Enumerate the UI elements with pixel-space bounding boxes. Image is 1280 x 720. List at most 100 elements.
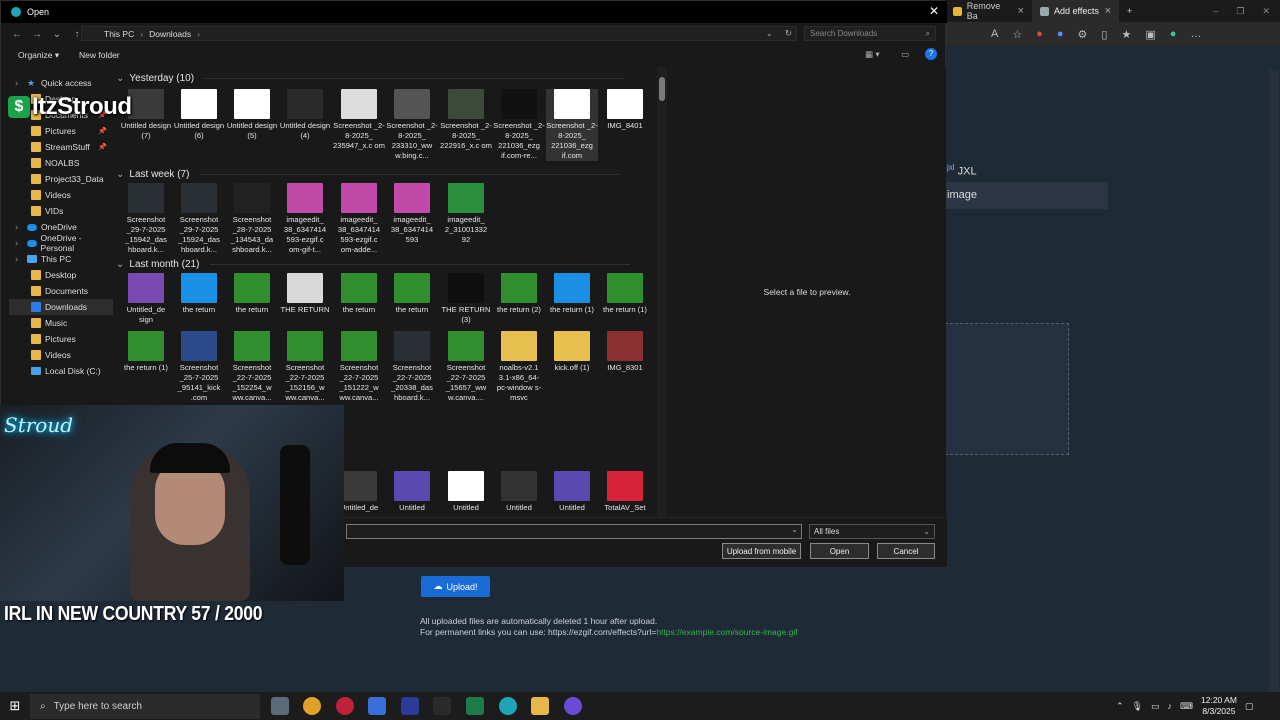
chevron-down-icon[interactable]: ⌄	[766, 28, 773, 39]
sidebar-item[interactable]: › This PC	[9, 251, 113, 267]
sidebar-item[interactable]: › ★ Quick access	[9, 75, 113, 91]
group-header[interactable]: ⌄ Last month (21)	[116, 259, 631, 270]
extension-icon[interactable]: ●	[1036, 28, 1043, 40]
file-item[interactable]: Screenshot _22-7-2025 _20338_das hboard.…	[386, 331, 438, 403]
sidebar-item[interactable]: Pictures	[9, 331, 113, 347]
file-item[interactable]: Screenshot _22-7-2025 _152254_w ww.canva…	[226, 331, 278, 403]
chevron-right-icon[interactable]: ›	[15, 254, 23, 264]
upload-from-mobile-button[interactable]: Upload from mobile	[722, 543, 801, 559]
permanent-link[interactable]: https://example.com/source-image.gif	[656, 627, 797, 637]
more-icon[interactable]: …	[1190, 28, 1201, 40]
microphone-icon[interactable]: 🎙	[1132, 701, 1143, 712]
collections-icon[interactable]: ▣	[1145, 28, 1155, 41]
open-button[interactable]: Open	[810, 543, 869, 559]
breadcrumb-this-pc[interactable]: This PC	[104, 29, 134, 39]
file-item[interactable]: imageedit_ 38_6347414 593-ezgif.c om-gif…	[279, 183, 331, 255]
file-item[interactable]: Screenshot _25-7-2025 _95141_kick .com	[173, 331, 225, 403]
sidebar-item[interactable]: Project33_Data	[9, 171, 113, 187]
file-item[interactable]: TotalAV_Set	[599, 471, 651, 513]
file-name-input[interactable]: ⌄	[346, 524, 802, 539]
file-item[interactable]: Untitled	[386, 471, 438, 513]
image-tab[interactable]: image	[945, 182, 1108, 209]
network-icon[interactable]: ▭	[1151, 701, 1160, 712]
file-item[interactable]: Untitled	[493, 471, 545, 513]
recent-locations-icon[interactable]: ⌄	[47, 29, 67, 40]
sidebar-item[interactable]: Music	[9, 315, 113, 331]
file-item[interactable]: the return	[386, 273, 438, 315]
split-screen-icon[interactable]: ▯	[1101, 28, 1107, 41]
view-options-icon[interactable]: ▦ ▾	[865, 49, 880, 60]
file-item[interactable]: Screenshot _22-7-2025 _151222_w ww.canva…	[333, 331, 385, 403]
discord-icon[interactable]	[564, 697, 582, 715]
minimize-icon[interactable]: –	[1213, 6, 1218, 17]
file-item[interactable]: Screenshot _22-7-2025 _152156_w ww.canva…	[279, 331, 331, 403]
forward-icon[interactable]: →	[27, 29, 47, 40]
file-item[interactable]: kick.off (1)	[546, 331, 598, 373]
sidebar-item[interactable]: Downloads	[9, 299, 113, 315]
file-item[interactable]: Screenshot _29-7-2025 _15924_das hboard.…	[173, 183, 225, 255]
drop-zone[interactable]	[945, 323, 1069, 455]
sidebar-item[interactable]: NOALBS	[9, 155, 113, 171]
chevron-right-icon[interactable]: ›	[15, 238, 23, 248]
file-item[interactable]: Screenshot _22-7-2025 _15657_ww w.canva.…	[440, 331, 492, 403]
close-icon[interactable]: ✕	[1262, 6, 1270, 17]
volume-icon[interactable]: ♪	[1168, 701, 1173, 711]
browser-tab-add-effects[interactable]: Add effects ×	[1032, 0, 1119, 22]
obs-icon[interactable]	[336, 697, 354, 715]
chevron-right-icon[interactable]: ›	[15, 222, 23, 232]
file-item[interactable]: Untitled design (6)	[173, 89, 225, 141]
file-item[interactable]: Untitled_de sign	[120, 273, 172, 325]
search-input[interactable]: Search Downloads ⌕	[804, 26, 936, 41]
keyboard-icon[interactable]: ⌨	[1180, 701, 1193, 712]
group-header[interactable]: ⌄ Yesterday (10)	[116, 73, 626, 84]
file-item[interactable]: the return (1)	[546, 273, 598, 315]
maximize-icon[interactable]: ❐	[1236, 6, 1244, 17]
file-item[interactable]: Untitled	[546, 471, 598, 513]
new-tab-button[interactable]: +	[1119, 0, 1149, 22]
address-box[interactable]: This PC › Downloads › ⌄ ↻	[81, 26, 797, 41]
notification-icon[interactable]: ▢	[1245, 701, 1254, 712]
store-icon[interactable]	[368, 697, 386, 715]
sidebar-item[interactable]: Documents	[9, 283, 113, 299]
file-item[interactable]: Screenshot _2-8-2025_ 221036_ezg if.com-…	[493, 89, 545, 161]
extension-icon[interactable]: ●	[1057, 28, 1064, 40]
file-item[interactable]: Screenshot _29-7-2025 _15942_das hboard.…	[120, 183, 172, 255]
profile-icon[interactable]: ●	[1170, 28, 1177, 40]
new-folder-button[interactable]: New folder	[79, 50, 120, 60]
sidebar-item[interactable]: VIDs	[9, 203, 113, 219]
taskbar-search[interactable]: ⌕ Type here to search	[30, 694, 260, 719]
file-item[interactable]: Screenshot _28-7-2025 _134543_da shboard…	[226, 183, 278, 255]
file-item[interactable]: Screenshot _2-8-2025_ 222916_x.c om	[440, 89, 492, 151]
cancel-button[interactable]: Cancel	[877, 543, 935, 559]
read-aloud-icon[interactable]: A	[991, 28, 998, 40]
sidebar-item[interactable]: Local Disk (C:)	[9, 363, 113, 379]
upload-button[interactable]: ☁ Upload!	[421, 576, 490, 597]
sidebar-item[interactable]: Videos	[9, 347, 113, 363]
task-view-icon[interactable]	[271, 697, 289, 715]
file-item[interactable]: imageedit_ 2_31001332 92	[440, 183, 492, 245]
file-item[interactable]: Untitled design (4)	[279, 89, 331, 141]
epic-games-icon[interactable]	[433, 697, 451, 715]
back-icon[interactable]: ←	[7, 29, 27, 40]
chevron-down-icon[interactable]: ⌄	[791, 525, 798, 534]
close-icon[interactable]: ×	[1018, 5, 1024, 17]
clock[interactable]: 12:20 AM 8/3/2025	[1201, 695, 1237, 717]
browser-scrollbar[interactable]	[1269, 70, 1279, 692]
file-item[interactable]: noalbs-v2.1 3.1-x86_64- pc-window s-msvc	[493, 331, 545, 403]
file-item[interactable]: Untitled	[440, 471, 492, 513]
sidebar-item[interactable]: Desktop	[9, 267, 113, 283]
close-icon[interactable]: ×	[1105, 5, 1111, 17]
file-item[interactable]: the return	[226, 273, 278, 315]
notion-icon[interactable]	[401, 697, 419, 715]
breadcrumb-downloads[interactable]: Downloads	[149, 29, 191, 39]
sidebar-item[interactable]: StreamStuff 📌	[9, 139, 113, 155]
file-item[interactable]: Screenshot _2-8-2025_ 233310_ww w.bing.c…	[386, 89, 438, 161]
file-item[interactable]: imageedit_ 38_6347414 593-ezgif.c om-add…	[333, 183, 385, 255]
help-icon[interactable]: ?	[925, 48, 937, 60]
file-item[interactable]: THE RETURN (3)	[440, 273, 492, 325]
chrome-icon[interactable]	[303, 697, 321, 715]
file-item[interactable]: the return (1)	[120, 331, 172, 373]
favorite-icon[interactable]: ☆	[1012, 28, 1022, 41]
file-item[interactable]: the return	[173, 273, 225, 315]
scrollbar-thumb[interactable]	[659, 77, 665, 101]
